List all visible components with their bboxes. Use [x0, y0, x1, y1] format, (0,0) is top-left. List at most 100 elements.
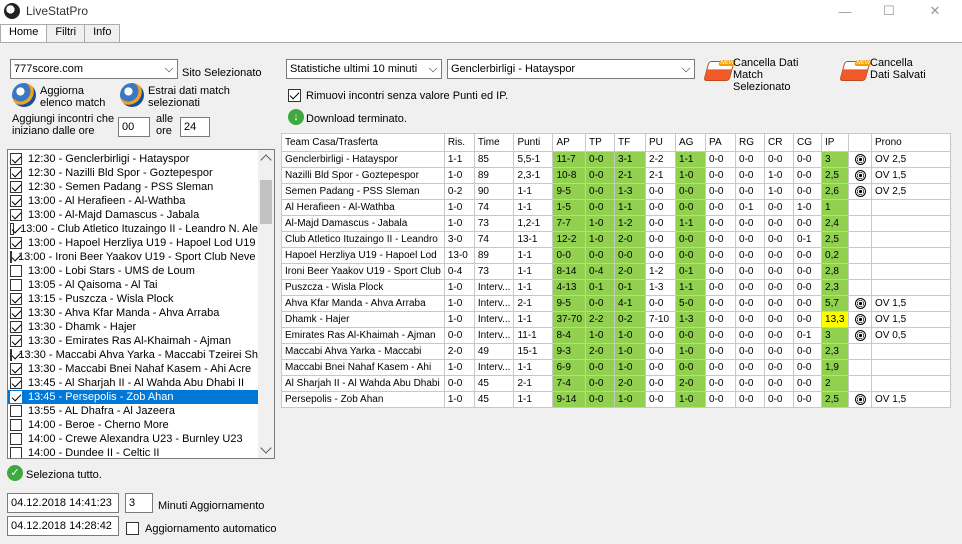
eraser-icon[interactable]	[839, 61, 871, 81]
column-header[interactable]: AP	[552, 133, 587, 152]
match-checkbox[interactable]	[10, 363, 22, 375]
from-hour-input[interactable]: 00	[118, 117, 150, 137]
match-checkbox[interactable]	[10, 237, 22, 249]
select-all-button[interactable]: Seleziona tutto.	[26, 469, 102, 481]
list-item[interactable]: 13:00 - Hapoel Herzliya U19 - Hapoel Lod…	[8, 236, 258, 250]
tab-filtri[interactable]: Filtri	[46, 24, 86, 42]
match-checkbox[interactable]	[10, 265, 22, 277]
match-checkbox[interactable]	[10, 419, 22, 431]
table-row[interactable]: Maccabi Bnei Nahaf Kasem - Ahi 1-0 Interv.…	[281, 359, 952, 376]
table-row[interactable]: Ahva Kfar Manda - Ahva Arraba 1-0 Interv..…	[281, 295, 952, 312]
list-item[interactable]: 13:00 - Lobi Stars - UMS de Loum	[8, 264, 258, 278]
column-header[interactable]: Prono	[871, 133, 952, 152]
eraser-icon[interactable]	[703, 61, 735, 81]
chevron-down-icon[interactable]	[260, 442, 272, 454]
match-checkbox[interactable]	[10, 405, 22, 417]
column-header[interactable]: TF	[614, 133, 647, 152]
list-item[interactable]: 14:00 - Crewe Alexandra U23 - Burnley U2…	[8, 432, 258, 446]
column-header[interactable]: CR	[764, 133, 795, 152]
match-list-scrollbar[interactable]	[258, 150, 274, 458]
scroll-thumb[interactable]	[260, 180, 272, 224]
match-checkbox[interactable]	[10, 223, 15, 235]
list-item[interactable]: 13:30 - Maccabi Bnei Nahaf Kasem - Ahi A…	[8, 362, 258, 376]
list-item[interactable]: 13:30 - Ahva Kfar Manda - Ahva Arraba	[8, 306, 258, 320]
list-item[interactable]: 13:00 - Al-Majd Damascus - Jabala	[8, 208, 258, 222]
match-checkbox[interactable]	[10, 209, 22, 221]
match-checkbox[interactable]	[10, 251, 12, 263]
table-row[interactable]: Semen Padang - PSS Sleman 0-2 90 1-1 9-5 0-0 1…	[281, 183, 952, 200]
match-checkbox[interactable]	[10, 321, 22, 333]
column-header[interactable]	[848, 133, 873, 152]
close-button[interactable]: ✕	[912, 0, 958, 22]
match-select[interactable]: Genclerbirligi - Hatayspor	[447, 59, 695, 79]
list-item[interactable]: 14:00 - Dundee II - Celtic II	[8, 446, 258, 458]
match-checkbox[interactable]	[10, 153, 22, 165]
list-item[interactable]: 12:30 - Genclerbirligi - Hatayspor	[8, 152, 258, 166]
column-header[interactable]: Punti	[513, 133, 554, 152]
column-header[interactable]: AG	[675, 133, 707, 152]
list-item[interactable]: 13:15 - Puszcza - Wisla Plock	[8, 292, 258, 306]
column-header[interactable]: Team Casa/Trasferta	[281, 133, 445, 152]
match-checkbox[interactable]	[10, 307, 22, 319]
auto-update-checkbox[interactable]	[126, 522, 139, 535]
list-item[interactable]: 13:30 - Emirates Ras Al-Khaimah - Ajman	[8, 334, 258, 348]
table-row[interactable]: Al-Majd Damascus - Jabala 1-0 73 1,2-1 7-7 1-…	[281, 215, 952, 232]
column-header[interactable]: Time	[473, 133, 515, 152]
minutes-input[interactable]: 3	[125, 493, 153, 513]
table-row[interactable]: Al Sharjah II - Al Wahda Abu Dhabi 0-0 45 2…	[281, 375, 952, 392]
minimize-button[interactable]: —	[822, 0, 868, 22]
table-row[interactable]: Genclerbirligi - Hatayspor 1-1 85 5,5-1 11-7…	[281, 151, 952, 168]
table-row[interactable]: Ironi Beer Yaakov U19 - Sport Club 0-4 73 1…	[281, 263, 952, 280]
column-header[interactable]: IP	[821, 133, 850, 152]
clear-selected-button[interactable]: Cancella Dati Match Selezionato	[733, 57, 823, 93]
table-row[interactable]: Nazilli Bld Spor - Goztepespor 1-0 89 2,3-1…	[281, 167, 952, 184]
match-checkbox[interactable]	[10, 433, 22, 445]
table-row[interactable]: Dhamk - Hajer 1-0 Interv... 1-1 37-70 2-2 0-2 7…	[281, 311, 952, 328]
list-item[interactable]: 13:55 - AL Dhafra - Al Jazeera	[8, 404, 258, 418]
refresh-list-button[interactable]: Aggiorna elenco match	[40, 85, 112, 109]
match-checkbox[interactable]	[10, 195, 22, 207]
list-item[interactable]: 14:00 - Beroe - Cherno More	[8, 418, 258, 432]
table-row[interactable]: Persepolis - Zob Ahan 1-0 45 1-1 9-14 0-0 1-0 0…	[281, 391, 952, 408]
list-item[interactable]: 12:30 - Semen Padang - PSS Sleman	[8, 180, 258, 194]
match-checkbox[interactable]	[10, 167, 22, 179]
clear-saved-button[interactable]: Cancella Dati Salvati	[870, 57, 930, 81]
table-row[interactable]: Puszcza - Wisla Plock 1-0 Interv... 1-1 4-13…	[281, 279, 952, 296]
match-checkbox[interactable]	[10, 279, 22, 291]
match-checkbox[interactable]	[10, 349, 13, 361]
tab-home[interactable]: Home	[0, 24, 48, 43]
list-item[interactable]: 13:00 - Ironi Beer Yaakov U19 - Sport Cl…	[8, 250, 258, 264]
remove-empty-checkbox[interactable]	[288, 89, 301, 102]
extract-ball-icon[interactable]	[120, 83, 144, 107]
column-header[interactable]: PA	[705, 133, 737, 152]
maximize-button[interactable]: ☐	[866, 0, 912, 22]
table-row[interactable]: Al Herafieen - Al-Wathba 1-0 74 1-1 1-5 0-0 1-…	[281, 199, 952, 216]
match-checkbox[interactable]	[10, 335, 22, 347]
list-item[interactable]: 12:30 - Nazilli Bld Spor - Goztepespor	[8, 166, 258, 180]
match-checkbox[interactable]	[10, 377, 22, 389]
site-select[interactable]: 777score.com	[10, 59, 178, 79]
extract-data-button[interactable]: Estrai dati match selezionati	[148, 85, 236, 109]
tab-info[interactable]: Info	[84, 24, 121, 42]
column-header[interactable]: RG	[735, 133, 766, 152]
chevron-up-icon[interactable]	[260, 154, 272, 166]
table-row[interactable]: Club Atletico Ituzaingo II - Leandro 3-0 7…	[281, 231, 952, 248]
list-item[interactable]: 13:45 - Persepolis - Zob Ahan	[8, 390, 258, 404]
list-item[interactable]: 13:00 - Al Herafieen - Al-Wathba	[8, 194, 258, 208]
list-item[interactable]: 13:30 - Dhamk - Hajer	[8, 320, 258, 334]
list-item[interactable]: 13:45 - Al Sharjah II - Al Wahda Abu Dha…	[8, 376, 258, 390]
list-item[interactable]: 13:00 - Club Atletico Ituzaingo II - Lea…	[8, 222, 258, 236]
match-checkbox[interactable]	[10, 293, 22, 305]
column-header[interactable]: PU	[645, 133, 677, 152]
match-checkbox[interactable]	[10, 181, 22, 193]
column-header[interactable]: Ris.	[443, 133, 475, 152]
table-row[interactable]: Emirates Ras Al-Khaimah - Ajman 0-0 Interv…	[281, 327, 952, 344]
to-hour-input[interactable]: 24	[180, 117, 210, 137]
refresh-ball-icon[interactable]	[12, 83, 36, 107]
table-row[interactable]: Hapoel Herzliya U19 - Hapoel Lod 13-0 89 1-…	[281, 247, 952, 264]
column-header[interactable]: CG	[793, 133, 823, 152]
match-checkbox[interactable]	[10, 447, 22, 458]
table-row[interactable]: Maccabi Ahva Yarka - Maccabi 2-0 49 15-1 9-3…	[281, 343, 952, 360]
match-checkbox[interactable]	[10, 391, 22, 403]
list-item[interactable]: 13:30 - Maccabi Ahva Yarka - Maccabi Tze…	[8, 348, 258, 362]
